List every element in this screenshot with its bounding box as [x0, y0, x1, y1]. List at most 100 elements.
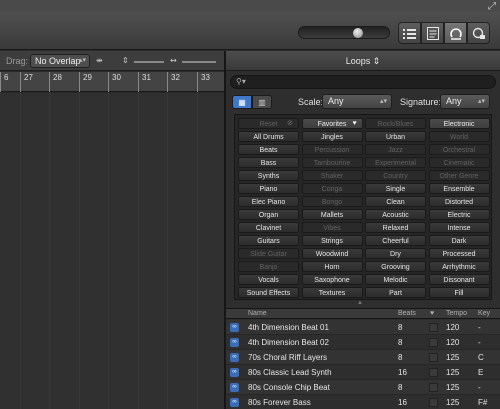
favorite-checkbox[interactable] [429, 368, 438, 377]
keyword-acoustic[interactable]: Acoustic [365, 209, 426, 220]
keyword-cheerful[interactable]: Cheerful [365, 235, 426, 246]
keyword-dissonant[interactable]: Dissonant [428, 274, 490, 285]
favorite-checkbox[interactable] [429, 398, 438, 407]
keyword-mallets[interactable]: Mallets [301, 209, 363, 220]
column-beats[interactable]: Beats [398, 310, 416, 317]
catch-icon[interactable]: ⇻ [96, 56, 103, 65]
loop-file-icon: ∞ [230, 323, 239, 332]
favorite-checkbox[interactable] [429, 338, 438, 347]
keyword-melodic[interactable]: Melodic [365, 274, 426, 285]
resize-handle-icon[interactable]: ▲ [357, 300, 363, 306]
column-key[interactable]: Key [478, 310, 490, 317]
keyword-saxophone[interactable]: Saxophone [301, 274, 363, 285]
keyword-banjo[interactable]: Banjo [238, 261, 299, 272]
favorite-checkbox[interactable] [429, 353, 438, 362]
keyword-world[interactable]: World [428, 131, 490, 142]
master-volume-slider[interactable] [298, 26, 390, 39]
keyword-electronic[interactable]: Electronic [428, 118, 490, 129]
loops-title-menu[interactable]: Loops ⇕ [226, 51, 500, 71]
keyword-piano[interactable]: Piano [238, 183, 299, 194]
keyword-other-genre[interactable]: Other Genre [428, 170, 490, 181]
keyword-orchestral[interactable]: Orchestral [428, 144, 490, 155]
keyword-electric[interactable]: Electric [428, 209, 490, 220]
keyword-synths[interactable]: Synths [238, 170, 299, 181]
column-view-icon[interactable]: ▥ [252, 95, 272, 109]
list-editors-button[interactable] [398, 22, 421, 44]
keyword-fill[interactable]: Fill [428, 287, 490, 298]
favorite-checkbox[interactable] [429, 383, 438, 392]
keyword-bongo[interactable]: Bongo [301, 196, 363, 207]
column-favorite[interactable]: ♥ [430, 310, 434, 317]
keyword-shaker[interactable]: Shaker [301, 170, 363, 181]
timeline-ruler[interactable]: 6 27 28 29 30 31 32 33 [0, 72, 224, 92]
table-row[interactable]: ∞ 80s Forever Bass 16 125 F# [226, 395, 500, 409]
keyword-vocals[interactable]: Vocals [238, 274, 299, 285]
keyword-vibes[interactable]: Vibes [301, 222, 363, 233]
bar-number: 28 [53, 73, 62, 82]
keyword-guitars[interactable]: Guitars [238, 235, 299, 246]
table-row[interactable]: ∞ 70s Choral Riff Layers 8 125 C [226, 350, 500, 365]
horizontal-zoom-slider[interactable] [182, 61, 216, 63]
keyword-urban[interactable]: Urban [365, 131, 426, 142]
button-view-icon[interactable]: ▦ [232, 95, 252, 109]
loop-browser-button[interactable] [444, 22, 467, 44]
column-tempo[interactable]: Tempo [446, 310, 467, 317]
column-name[interactable]: Name [248, 310, 267, 317]
keyword-horn[interactable]: Horn [301, 261, 363, 272]
keyword-organ[interactable]: Organ [238, 209, 299, 220]
keyword-distorted[interactable]: Distorted [428, 196, 490, 207]
loop-beats: 8 [398, 383, 403, 392]
browsers-button[interactable] [467, 22, 490, 44]
keyword-percussion[interactable]: Percussion [301, 144, 363, 155]
keyword-jazz[interactable]: Jazz [365, 144, 426, 155]
loop-search-field[interactable]: ⚲▾ [230, 75, 496, 89]
table-row[interactable]: ∞ 80s Classic Lead Synth 16 125 E [226, 365, 500, 380]
note-pad-button[interactable] [421, 22, 444, 44]
signature-select[interactable]: Any ▴▾ [440, 94, 490, 109]
keyword-grooving[interactable]: Grooving [365, 261, 426, 272]
keyword-arrhythmic[interactable]: Arrhythmic [428, 261, 490, 272]
vertical-zoom-slider[interactable] [134, 61, 164, 63]
volume-knob[interactable] [353, 28, 363, 38]
keyword-clavinet[interactable]: Clavinet [238, 222, 299, 233]
loop-tempo: 125 [446, 398, 460, 407]
keyword-ensemble[interactable]: Ensemble [428, 183, 490, 194]
drag-label: Drag: [6, 56, 29, 66]
keyword-tambourine[interactable]: Tambourine [301, 157, 363, 168]
keyword-rock-blues[interactable]: Rock/Blues [365, 118, 426, 129]
table-row[interactable]: ∞ 4th Dimension Beat 01 8 120 - [226, 320, 500, 335]
keyword-experimental[interactable]: Experimental [365, 157, 426, 168]
drag-mode-select[interactable]: No Overlap ▴▾ [30, 54, 90, 68]
keyword-part[interactable]: Part [365, 287, 426, 298]
keyword-cinematic[interactable]: Cinematic [428, 157, 490, 168]
keyword-jingles[interactable]: Jingles [301, 131, 363, 142]
table-row[interactable]: ∞ 4th Dimension Beat 02 8 120 - [226, 335, 500, 350]
favorite-checkbox[interactable] [429, 323, 438, 332]
keyword-beats[interactable]: Beats [238, 144, 299, 155]
keyword-textures[interactable]: Textures [301, 287, 363, 298]
keyword-strings[interactable]: Strings [301, 235, 363, 246]
keyword-elec-piano[interactable]: Elec Piano [238, 196, 299, 207]
keyword-all-drums[interactable]: All Drums [238, 131, 299, 142]
table-row[interactable]: ∞ 80s Console Chip Beat 8 125 - [226, 380, 500, 395]
loop-tempo: 125 [446, 368, 460, 377]
keyword-country[interactable]: Country [365, 170, 426, 181]
scale-select[interactable]: Any ▴▾ [322, 94, 392, 109]
search-icon: ⚲▾ [236, 77, 246, 86]
keyword-processed[interactable]: Processed [428, 248, 490, 259]
keyword-sound-effects[interactable]: Sound Effects [238, 287, 299, 298]
keyword-slide-guitar[interactable]: Slide Guitar [238, 248, 299, 259]
keyword-single[interactable]: Single [365, 183, 426, 194]
keyword-bass[interactable]: Bass [238, 157, 299, 168]
keyword-woodwind[interactable]: Woodwind [301, 248, 363, 259]
tracks-workspace[interactable] [0, 93, 224, 409]
bar-number: 33 [201, 73, 210, 82]
keyword-dry[interactable]: Dry [365, 248, 426, 259]
loop-tempo: 125 [446, 353, 460, 362]
keyword-conga[interactable]: Conga [301, 183, 363, 194]
keyword-dark[interactable]: Dark [428, 235, 490, 246]
keyword-relaxed[interactable]: Relaxed [365, 222, 426, 233]
keyword-intense[interactable]: Intense [428, 222, 490, 233]
fullscreen-icon[interactable]: ⤢ [488, 1, 496, 12]
keyword-clean[interactable]: Clean [365, 196, 426, 207]
